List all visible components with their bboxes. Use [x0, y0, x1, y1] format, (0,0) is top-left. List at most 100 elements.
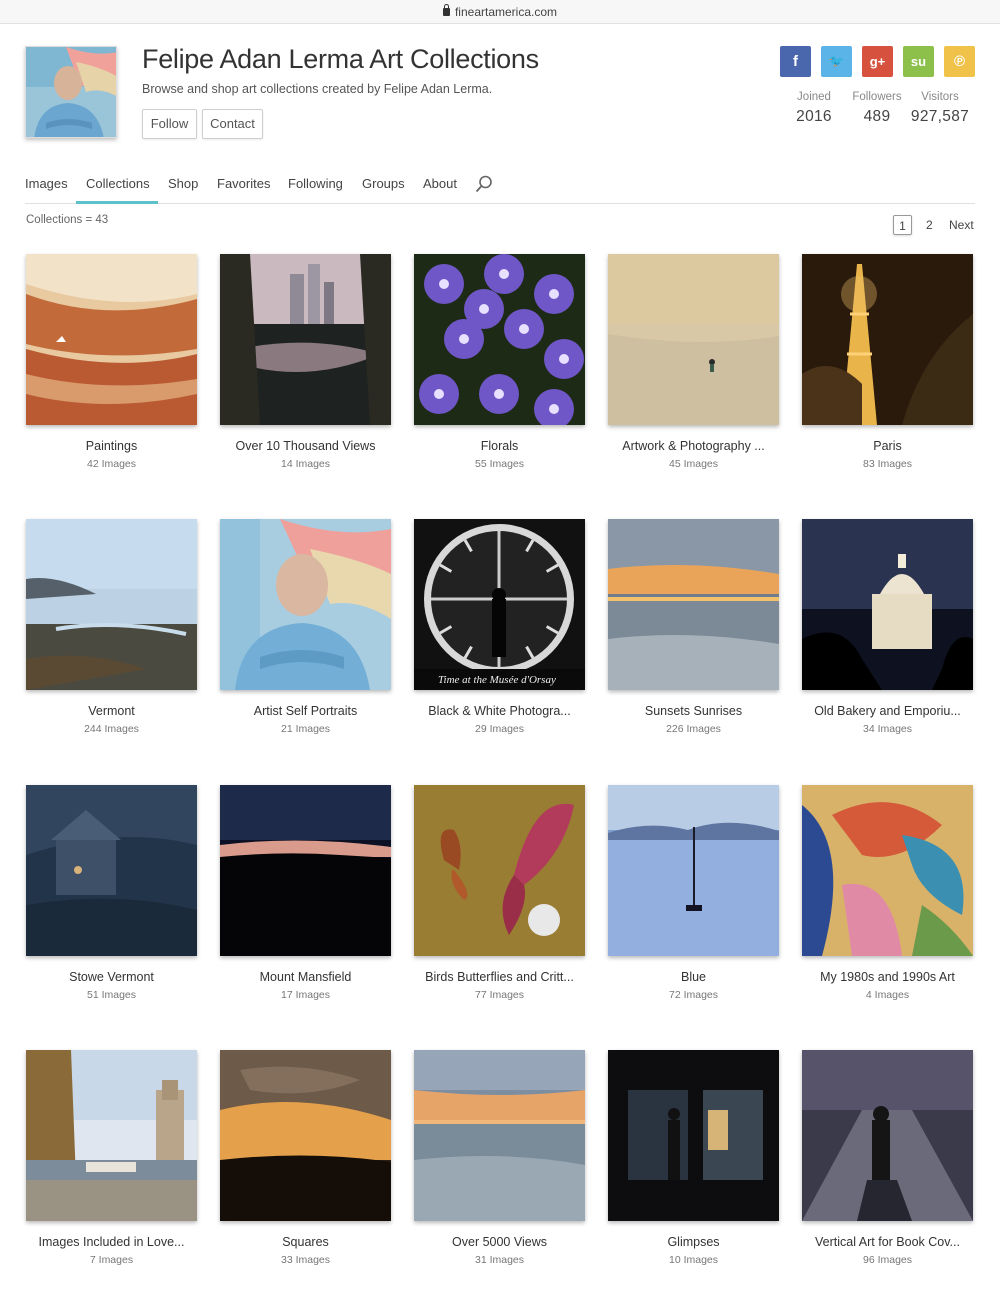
collection-title[interactable]: Over 5000 Views — [404, 1235, 595, 1249]
page-subtitle: Browse and shop art collections created … — [142, 82, 493, 96]
collection-thumbnail[interactable] — [414, 785, 585, 956]
collection-image-count: 21 Images — [280, 723, 331, 735]
browser-url-bar[interactable]: fineartamerica.com — [0, 0, 1000, 24]
collection-title[interactable]: Florals — [404, 439, 595, 453]
lock-icon — [442, 4, 450, 16]
collection-image — [26, 1050, 197, 1221]
next-page-link[interactable]: Next — [949, 215, 974, 235]
collection-image — [608, 1050, 779, 1221]
collection-thumbnail[interactable] — [414, 254, 585, 425]
collection-thumbnail[interactable] — [608, 785, 779, 956]
pinterest-icon[interactable]: ℗ — [944, 46, 975, 77]
page-2-link[interactable]: 2 — [926, 215, 933, 235]
collection-image — [220, 785, 391, 956]
collection-title[interactable]: Blue — [598, 970, 789, 984]
collection-image — [414, 254, 585, 425]
stat-joined-label: Joined — [797, 91, 831, 103]
stat-followers[interactable]: Followers 489 — [850, 91, 904, 126]
collection-title[interactable]: Birds Butterflies and Critt... — [404, 970, 595, 984]
page-title: Felipe Adan Lerma Art Collections — [142, 44, 539, 74]
clock-caption: Time at the Musée d'Orsay — [438, 674, 556, 686]
collection-image-count: 77 Images — [474, 989, 525, 1001]
collection-thumbnail[interactable] — [608, 1050, 779, 1221]
collection-image — [26, 254, 197, 425]
collection-image-count: 51 Images — [86, 989, 137, 1001]
collection-image — [414, 519, 585, 690]
collection-title[interactable]: Squares — [210, 1235, 401, 1249]
tab-favorites[interactable]: Favorites — [217, 176, 270, 191]
collection-title[interactable]: Artwork & Photography ... — [598, 439, 789, 453]
follow-button[interactable]: Follow — [142, 109, 197, 139]
collection-thumbnail[interactable] — [802, 519, 973, 690]
collection-title[interactable]: Over 10 Thousand Views — [210, 439, 401, 453]
search-icon[interactable] — [475, 175, 493, 196]
stat-visitors-label: Visitors — [921, 91, 959, 103]
tab-collections[interactable]: Collections — [86, 176, 150, 191]
collection-image — [802, 1050, 973, 1221]
collection-thumbnail[interactable] — [26, 785, 197, 956]
collection-image-count: 31 Images — [474, 1254, 525, 1266]
collection-thumbnail[interactable]: Time at the Musée d'Orsay — [414, 519, 585, 690]
collection-thumbnail[interactable] — [26, 519, 197, 690]
facebook-icon[interactable]: f — [780, 46, 811, 77]
stat-visitors: Visitors 927,587 — [910, 91, 970, 126]
nav-divider — [25, 203, 975, 204]
collection-title[interactable]: Vertical Art for Book Cov... — [792, 1235, 983, 1249]
avatar-image — [26, 47, 116, 137]
collection-title[interactable]: Paintings — [16, 439, 207, 453]
twitter-icon[interactable]: 🐦 — [821, 46, 852, 77]
collection-thumbnail[interactable] — [414, 1050, 585, 1221]
collection-title[interactable]: Sunsets Sunrises — [598, 704, 789, 718]
collection-thumbnail[interactable] — [220, 1050, 391, 1221]
collection-thumbnail[interactable] — [608, 519, 779, 690]
contact-button[interactable]: Contact — [202, 109, 263, 139]
collection-title[interactable]: Glimpses — [598, 1235, 789, 1249]
collection-image — [26, 519, 197, 690]
tab-groups[interactable]: Groups — [362, 176, 405, 191]
collection-image-count: 96 Images — [862, 1254, 913, 1266]
stat-followers-value: 489 — [863, 108, 891, 125]
tab-shop[interactable]: Shop — [168, 176, 198, 191]
collection-thumbnail[interactable] — [802, 785, 973, 956]
collection-image — [608, 785, 779, 956]
collection-image-count: 83 Images — [862, 458, 913, 470]
collection-title[interactable]: My 1980s and 1990s Art — [792, 970, 983, 984]
collection-title[interactable]: Artist Self Portraits — [210, 704, 401, 718]
collection-thumbnail[interactable] — [220, 254, 391, 425]
collection-image-count: 34 Images — [862, 723, 913, 735]
collection-title[interactable]: Black & White Photogra... — [404, 704, 595, 718]
collection-thumbnail[interactable] — [802, 254, 973, 425]
page-1-link[interactable]: 1 — [893, 215, 912, 235]
collection-thumbnail[interactable] — [802, 1050, 973, 1221]
url-text: fineartamerica.com — [454, 5, 558, 19]
collection-image — [220, 1050, 391, 1221]
collection-thumbnail[interactable] — [26, 254, 197, 425]
collection-thumbnail[interactable] — [220, 519, 391, 690]
tab-images[interactable]: Images — [25, 176, 68, 191]
collection-title[interactable]: Mount Mansfield — [210, 970, 401, 984]
collection-image-count: 33 Images — [280, 1254, 331, 1266]
stumbleupon-icon[interactable]: su — [903, 46, 934, 77]
collection-title[interactable]: Old Bakery and Emporiu... — [792, 704, 983, 718]
collection-title[interactable]: Paris — [792, 439, 983, 453]
collection-thumbnail[interactable] — [608, 254, 779, 425]
collection-image — [220, 519, 391, 690]
collection-thumbnail[interactable] — [26, 1050, 197, 1221]
collection-title[interactable]: Vermont — [16, 704, 207, 718]
tab-about[interactable]: About — [423, 176, 457, 191]
collection-title[interactable]: Images Included in Love... — [16, 1235, 207, 1249]
collection-title[interactable]: Stowe Vermont — [16, 970, 207, 984]
collection-image-count: 42 Images — [86, 458, 137, 470]
google-plus-icon[interactable]: g+ — [862, 46, 893, 77]
collection-image-count: 7 Images — [89, 1254, 134, 1266]
collection-image-count: 14 Images — [280, 458, 331, 470]
stat-visitors-value: 927,587 — [910, 108, 970, 125]
collection-image — [802, 519, 973, 690]
stat-joined: Joined 2016 — [794, 91, 834, 126]
collection-thumbnail[interactable] — [220, 785, 391, 956]
avatar[interactable] — [25, 46, 117, 138]
collection-image — [414, 785, 585, 956]
tab-following[interactable]: Following — [288, 176, 343, 191]
collection-image — [220, 254, 391, 425]
collection-image-count: 244 Images — [84, 723, 139, 735]
